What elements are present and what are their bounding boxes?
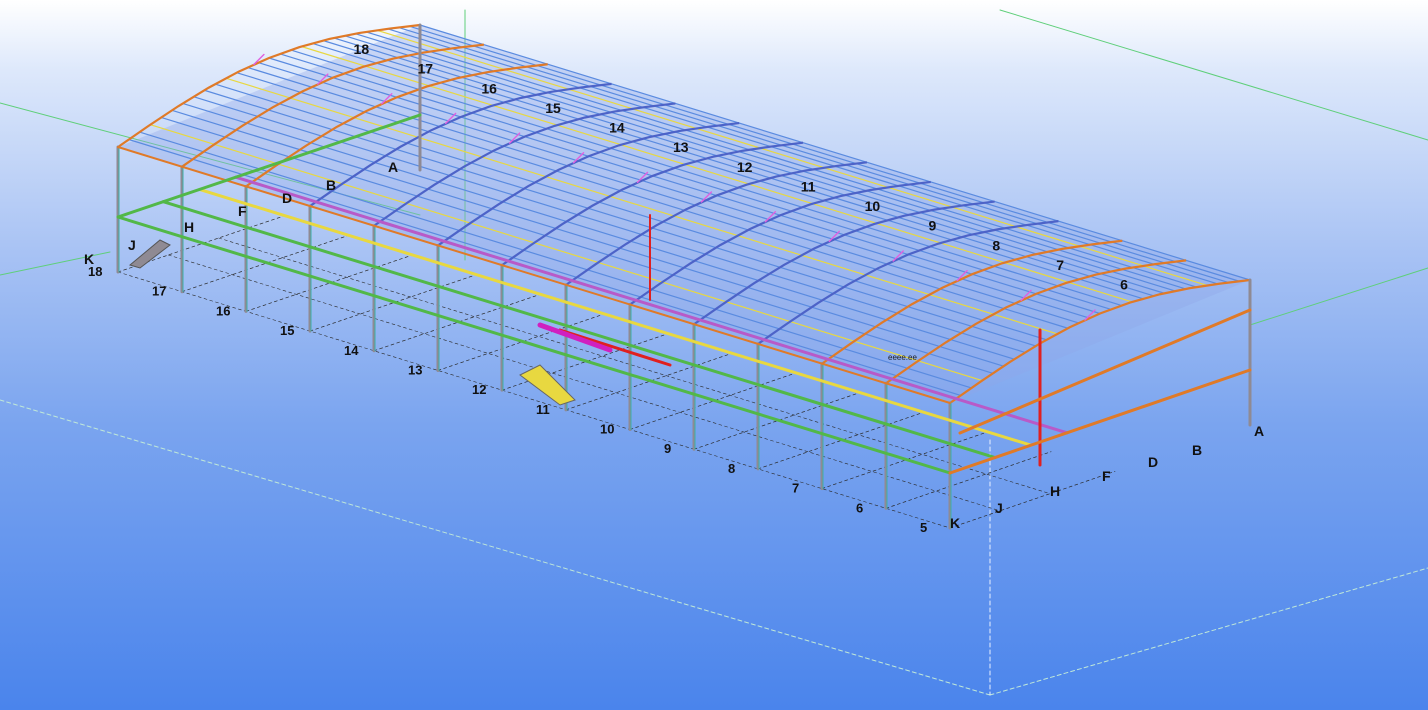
workplane-edge	[0, 399, 991, 696]
workplane-edge	[999, 9, 1428, 141]
grid-number-roof: 9	[928, 218, 936, 234]
grid-number-front: 17	[152, 284, 166, 299]
steel-structure-3d-view[interactable]: 1817161514131211109876518171615141312111…	[0, 0, 1428, 710]
stair	[128, 239, 171, 269]
mezzanine-annotation: eeee.ee	[888, 353, 917, 362]
workplane-edge	[989, 567, 1428, 696]
steel-members	[116, 23, 1252, 530]
grid-number-front: 16	[216, 303, 230, 318]
grid-number-roof: 14	[609, 120, 625, 136]
grid-letter-left: J	[128, 237, 136, 253]
grid-number-front: 10	[600, 422, 614, 437]
floor-grid-line	[949, 471, 1116, 529]
grid-number-front: 14	[344, 343, 359, 358]
grid-number-roof: 7	[1056, 257, 1064, 273]
grid-letter-right: F	[1102, 468, 1111, 484]
grid-number-front: 5	[920, 520, 927, 535]
grid-number-front: 8	[728, 461, 735, 476]
grid-letter-left: H	[184, 219, 194, 235]
grid-letter-right: B	[1192, 442, 1202, 458]
grid-number-roof: 6	[1120, 277, 1128, 293]
grid-number-front: 12	[472, 382, 486, 397]
grid-number-front: 13	[408, 362, 422, 377]
roof-plane	[118, 25, 1250, 403]
grid-letter-right: K	[950, 515, 960, 531]
grid-number-front: 9	[664, 441, 671, 456]
grid-letter-right: D	[1148, 454, 1158, 470]
grid-letter-right: H	[1050, 483, 1060, 499]
grid-number-front: 6	[856, 500, 863, 515]
model-viewport[interactable]: 18 17 16 15 14 13 12 11 10 9 8 7 6 5 18 17 16 15 14 13 12 11 1…	[0, 0, 1428, 710]
grid-number-front: 15	[280, 323, 294, 338]
grid-letter-left: K	[84, 251, 94, 267]
gable-beam	[948, 368, 1252, 475]
grid-number-roof: 17	[417, 61, 433, 77]
grid-number-roof: 12	[737, 159, 753, 175]
grid-letter-left: B	[326, 177, 336, 193]
grid-number-roof: 10	[865, 198, 881, 214]
grid-number-front: 11	[536, 402, 550, 417]
grid-number-roof: 13	[673, 139, 689, 155]
grid-letter-right: J	[995, 500, 1003, 516]
grid-number-roof: 8	[992, 237, 1000, 253]
grid-letter-left: D	[282, 190, 292, 206]
grid-number-front: 7	[792, 481, 799, 496]
grid-number-roof: 16	[481, 80, 497, 96]
grid-letter-left: F	[238, 203, 247, 219]
grid-number-roof: 15	[545, 100, 561, 116]
workplane-edge	[1249, 267, 1428, 326]
grid-number-roof: 18	[354, 41, 370, 57]
grid-letter-right: A	[1254, 423, 1264, 439]
grid-number-roof: 11	[801, 178, 816, 194]
grid-letter-left: A	[388, 159, 398, 175]
